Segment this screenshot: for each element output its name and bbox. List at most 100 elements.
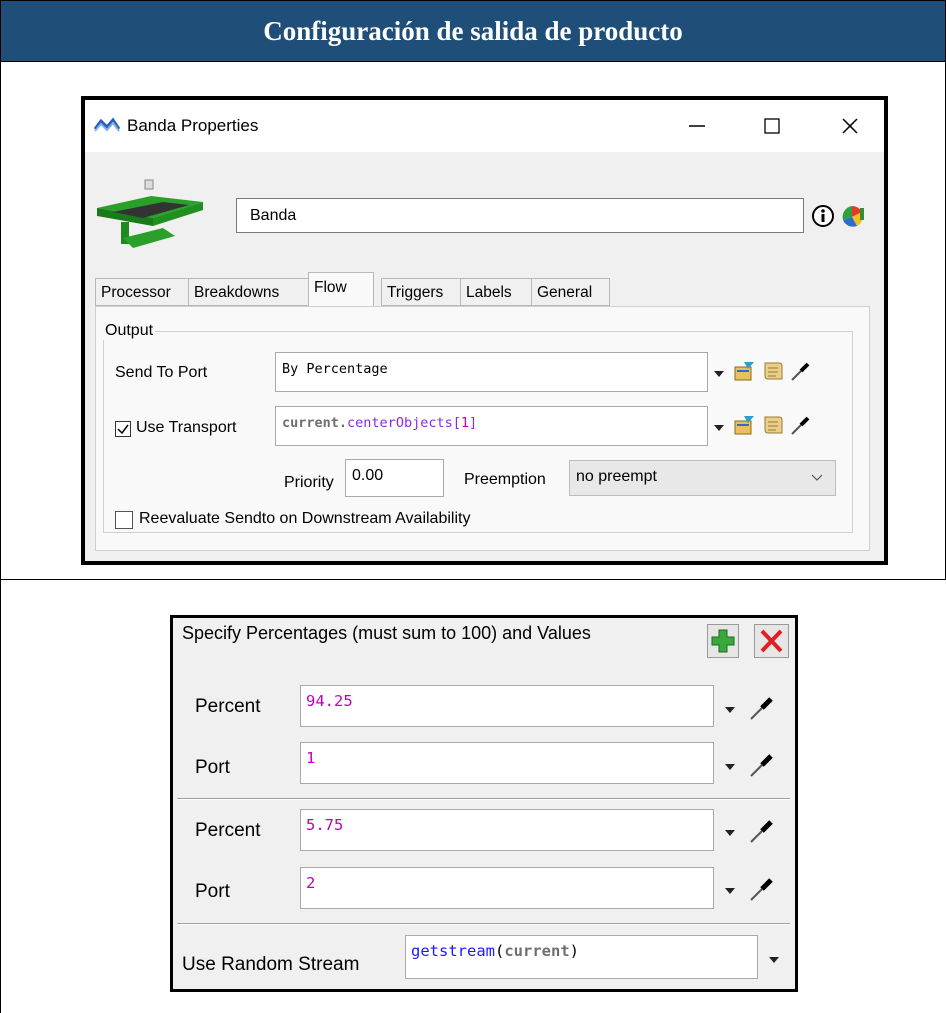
percent-label: Percent — [195, 696, 261, 717]
minimize-button[interactable] — [670, 106, 724, 146]
random-stream-field[interactable]: getstream(current) — [405, 935, 758, 979]
tab-labels[interactable]: Labels — [460, 278, 532, 306]
chevron-down-icon — [811, 474, 823, 481]
preemption-label: Preemption — [464, 471, 546, 488]
row-separator — [177, 923, 790, 925]
eyedropper-icon[interactable] — [748, 694, 776, 722]
percentages-panel: Specify Percentages (must sum to 100) an… — [170, 615, 798, 992]
eyedropper-icon[interactable] — [789, 359, 813, 383]
window-title: Banda Properties — [127, 116, 259, 135]
tab-labels-label: Labels — [466, 284, 512, 301]
tab-processor[interactable]: Processor — [95, 278, 189, 306]
percent-value: 94.25 — [306, 692, 353, 710]
port-input[interactable]: 2 — [300, 867, 714, 909]
statistics-chart-icon[interactable] — [841, 202, 867, 230]
conveyor-3d-icon — [97, 179, 203, 248]
delete-x-icon — [760, 629, 783, 653]
percent-dropdown-arrow[interactable] — [725, 707, 735, 713]
percent-dropdown-arrow[interactable] — [725, 830, 735, 836]
use-transport-label: Use Transport — [136, 419, 237, 436]
tab-general-label: General — [537, 284, 593, 301]
tab-flow-label: Flow — [314, 279, 347, 296]
tab-general[interactable]: General — [531, 278, 610, 306]
eyedropper-icon[interactable] — [748, 751, 776, 779]
transport-index: 1 — [460, 415, 469, 431]
priority-input[interactable]: 0.00 — [345, 459, 444, 497]
percent-input[interactable]: 94.25 — [300, 685, 714, 727]
random-stream-open-paren: ( — [495, 942, 505, 960]
transport-function: centerObjects — [347, 415, 453, 431]
port-value: 2 — [306, 874, 316, 892]
eyedropper-icon[interactable] — [748, 875, 776, 903]
object-name-input[interactable]: Banda — [236, 198, 804, 233]
tab-triggers-label: Triggers — [387, 284, 444, 301]
random-stream-argument: current — [504, 942, 570, 960]
header-title: Configuración de salida de producto — [263, 15, 683, 46]
percent-value: 5.75 — [306, 816, 344, 834]
flow-tab-panel: Output Send To Port By Percentage Use Tr… — [95, 306, 870, 551]
transport-open-bracket: [ — [452, 415, 461, 431]
code-script-icon[interactable] — [761, 413, 785, 437]
properties-edit-icon[interactable] — [732, 359, 756, 383]
port-dropdown-arrow[interactable] — [725, 888, 735, 894]
table-border-left — [0, 0, 1, 1013]
checkmark-icon — [117, 424, 129, 435]
use-transport-checkbox[interactable] — [115, 421, 131, 437]
send-to-port-value: By Percentage — [282, 361, 388, 377]
document-table: Configuración de salida de producto Band… — [0, 0, 946, 1013]
plus-icon — [711, 629, 735, 653]
output-group-title: Output — [103, 322, 156, 340]
table-border-middle — [0, 579, 946, 580]
maximize-button[interactable] — [745, 106, 799, 146]
send-to-port-field[interactable]: By Percentage — [275, 352, 708, 392]
priority-label: Priority — [284, 474, 334, 491]
transport-close-bracket: ] — [469, 415, 478, 431]
eyedropper-icon[interactable] — [789, 413, 813, 437]
eyedropper-icon[interactable] — [748, 817, 776, 845]
transport-keyword: current — [282, 415, 339, 431]
random-stream-close-paren: ) — [569, 942, 580, 960]
preemption-value: no preempt — [576, 468, 657, 485]
preemption-select[interactable]: no preempt — [569, 460, 836, 496]
send-to-port-dropdown-arrow[interactable] — [714, 371, 724, 377]
reevaluate-label: Reevaluate Sendto on Downstream Availabi… — [139, 510, 471, 527]
use-transport-field[interactable]: current.centerObjects[1] — [275, 406, 708, 446]
flexsim-logo-icon — [93, 117, 121, 132]
table-border-header — [0, 61, 946, 62]
info-icon[interactable] — [811, 204, 835, 228]
remove-row-button[interactable] — [754, 624, 789, 658]
send-to-port-label: Send To Port — [115, 364, 208, 381]
port-label: Port — [195, 757, 230, 778]
close-button[interactable] — [823, 106, 877, 146]
close-icon — [842, 118, 858, 134]
port-dropdown-arrow[interactable] — [725, 764, 735, 770]
tab-processor-label: Processor — [101, 284, 171, 301]
code-script-icon[interactable] — [761, 359, 785, 383]
priority-value: 0.00 — [352, 467, 384, 484]
percentages-title: Specify Percentages (must sum to 100) an… — [182, 623, 591, 643]
tab-breakdowns-label: Breakdowns — [194, 284, 280, 301]
table-header: Configuración de salida de producto — [1, 1, 945, 61]
maximize-icon — [764, 118, 780, 134]
random-stream-function: getstream — [411, 942, 495, 960]
port-value: 1 — [306, 749, 316, 767]
properties-edit-icon[interactable] — [732, 413, 756, 437]
row-separator — [177, 798, 790, 800]
port-label: Port — [195, 881, 230, 902]
tab-flow[interactable]: Flow — [308, 272, 374, 306]
random-stream-dropdown-arrow[interactable] — [769, 957, 779, 963]
tab-triggers[interactable]: Triggers — [381, 278, 461, 306]
window-titlebar: Banda Properties — [85, 100, 884, 152]
percent-label: Percent — [195, 820, 261, 841]
properties-window: Banda Properties Banda Processor Breakdo… — [81, 96, 888, 565]
random-stream-label: Use Random Stream — [182, 954, 360, 975]
reevaluate-checkbox[interactable] — [115, 511, 133, 529]
transport-dot: . — [338, 415, 348, 431]
percent-input[interactable]: 5.75 — [300, 809, 714, 851]
port-input[interactable]: 1 — [300, 742, 714, 784]
use-transport-dropdown-arrow[interactable] — [714, 425, 724, 431]
minimize-icon — [689, 125, 705, 127]
add-row-button[interactable] — [707, 624, 739, 658]
tab-breakdowns[interactable]: Breakdowns — [188, 278, 309, 306]
object-name-value: Banda — [250, 207, 297, 224]
